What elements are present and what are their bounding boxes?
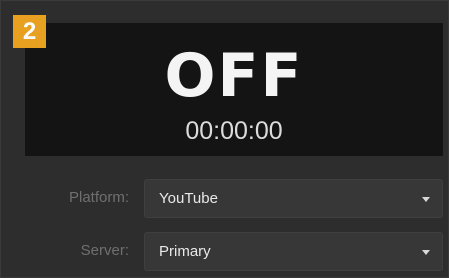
step-number-badge: 2 xyxy=(13,15,46,48)
chevron-down-icon xyxy=(422,197,430,202)
platform-selected-value: YouTube xyxy=(159,190,218,207)
server-selected-value: Primary xyxy=(159,243,211,260)
stream-status-display: OFF 00:00:00 xyxy=(25,23,443,156)
server-label: Server: xyxy=(80,242,129,259)
platform-label: Platform: xyxy=(68,189,129,206)
server-dropdown[interactable]: Primary xyxy=(144,232,443,271)
streaming-panel: 2 OFF 00:00:00 Platform: YouTube Server:… xyxy=(0,0,449,278)
chevron-down-icon xyxy=(422,250,430,255)
stream-timecode: 00:00:00 xyxy=(185,117,283,145)
platform-dropdown[interactable]: YouTube xyxy=(144,179,443,218)
stream-status-text: OFF xyxy=(164,41,304,111)
